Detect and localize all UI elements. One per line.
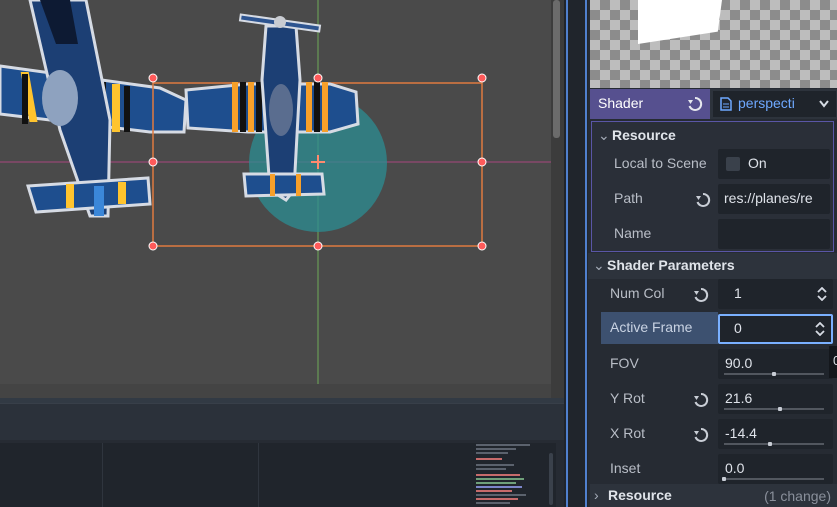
shader-label-text: Shader bbox=[598, 95, 644, 111]
chevron-down-icon: ⌄ bbox=[598, 127, 610, 143]
param-field-active-frame[interactable]: 0 bbox=[718, 314, 833, 344]
column-divider bbox=[258, 443, 259, 507]
param-value-y-rot: 21.6 bbox=[725, 390, 753, 406]
left-plane-sprite bbox=[0, 0, 188, 218]
preview-quad bbox=[638, 0, 722, 44]
viewport-vscroll-thumb[interactable] bbox=[553, 0, 560, 138]
param-value-num-col: 1 bbox=[734, 285, 742, 301]
splitter-highlight bbox=[566, 0, 568, 507]
slider-track bbox=[724, 478, 824, 480]
slider-grabber[interactable] bbox=[768, 442, 772, 446]
shader-label: Shader bbox=[590, 89, 710, 119]
path-label: Path bbox=[614, 190, 643, 206]
resize-handle-left[interactable] bbox=[148, 157, 158, 167]
resize-handle-bottom-left[interactable] bbox=[148, 241, 158, 251]
resize-handle-top[interactable] bbox=[313, 73, 323, 83]
revert-icon[interactable] bbox=[695, 192, 711, 211]
param-label-inset: Inset bbox=[610, 460, 641, 476]
param-label-y-rot: Y Rot bbox=[610, 390, 645, 406]
shader-resource-name: perspecti bbox=[738, 95, 795, 111]
param-slider-x-rot[interactable]: -14.4 bbox=[718, 419, 833, 449]
spinner-arrows-icon[interactable] bbox=[815, 322, 825, 336]
column-divider bbox=[102, 443, 103, 507]
resource-subsection: ⌄ Resource Local to Scene On Path res://p… bbox=[591, 121, 834, 252]
param-value-x-rot: -14.4 bbox=[725, 425, 757, 441]
active-frame-row-highlight: Active Frame bbox=[601, 312, 718, 344]
slider-track bbox=[724, 408, 824, 410]
spinner-arrows-icon[interactable] bbox=[817, 287, 827, 301]
revert-icon[interactable] bbox=[693, 287, 709, 306]
viewport-hscroll[interactable] bbox=[0, 384, 551, 398]
param-slider-inset[interactable]: 0.0 bbox=[718, 454, 833, 484]
slider-grabber[interactable] bbox=[722, 477, 726, 481]
slider-track bbox=[724, 443, 824, 445]
param-label-active-frame: Active Frame bbox=[610, 319, 693, 335]
shader-resource-picker[interactable]: perspecti bbox=[713, 91, 812, 117]
shader-parameters-header[interactable]: ⌄ Shader Parameters bbox=[588, 253, 837, 279]
minimap-scrollbar[interactable] bbox=[549, 453, 553, 505]
document-icon bbox=[720, 97, 732, 114]
chevron-right-icon: › bbox=[594, 487, 599, 503]
param-label-fov: FOV bbox=[610, 355, 639, 371]
shader-parameters-title: Shader Parameters bbox=[607, 257, 735, 273]
name-field[interactable] bbox=[718, 219, 830, 249]
local-to-scene-label: Local to Scene bbox=[614, 155, 707, 171]
resize-handle-bottom[interactable] bbox=[313, 241, 323, 251]
tooltip-partial: 0 bbox=[829, 346, 837, 378]
param-value-active-frame: 0 bbox=[734, 320, 742, 336]
dock-tab-bar bbox=[0, 403, 564, 440]
resize-handle-top-right[interactable] bbox=[477, 73, 487, 83]
bottom-dock bbox=[0, 398, 564, 507]
chevron-down-icon: ⌄ bbox=[593, 257, 605, 273]
param-slider-y-rot[interactable]: 21.6 bbox=[718, 384, 833, 414]
param-slider-fov[interactable]: 90.0 bbox=[718, 349, 833, 379]
path-field[interactable]: res://planes/re bbox=[718, 184, 830, 214]
shader-parameters-header-content: ⌄ Shader Parameters bbox=[593, 257, 735, 283]
param-label-num-col: Num Col bbox=[610, 285, 665, 301]
canvas-viewport[interactable] bbox=[0, 0, 564, 398]
resize-handle-bottom-right[interactable] bbox=[477, 241, 487, 251]
resize-handle-right[interactable] bbox=[477, 157, 487, 167]
local-to-scene-value: On bbox=[748, 155, 767, 171]
checkbox-icon bbox=[726, 157, 740, 171]
param-field-num-col[interactable]: 1 bbox=[718, 279, 833, 309]
resource-footer-content: › Resource bbox=[594, 487, 672, 507]
material-preview bbox=[590, 0, 837, 88]
shader-dropdown-button[interactable] bbox=[812, 91, 836, 117]
revert-icon[interactable] bbox=[687, 96, 703, 115]
slider-grabber[interactable] bbox=[772, 372, 776, 376]
resource-section-header[interactable]: ⌄ Resource bbox=[598, 127, 676, 153]
resize-handle-top-left[interactable] bbox=[148, 73, 158, 83]
viewport-canvas[interactable] bbox=[0, 0, 564, 398]
resource-section-title: Resource bbox=[612, 127, 676, 143]
slider-grabber[interactable] bbox=[778, 407, 782, 411]
shader-property-row: Shader perspecti bbox=[590, 89, 837, 119]
revert-icon[interactable] bbox=[693, 427, 709, 446]
name-label: Name bbox=[614, 225, 652, 241]
editor-window: Shader perspecti ⌄ Resource Local to Scen… bbox=[0, 0, 837, 507]
resource-change-count: (1 change) bbox=[764, 488, 831, 504]
chevron-down-icon bbox=[819, 100, 829, 108]
param-value-inset: 0.0 bbox=[725, 460, 745, 476]
local-to-scene-checkbox[interactable]: On bbox=[718, 149, 830, 179]
resource-footer-header[interactable]: › Resource (1 change) bbox=[590, 484, 837, 507]
resource-footer-title: Resource bbox=[608, 487, 672, 503]
param-value-fov: 90.0 bbox=[725, 355, 753, 371]
splitter-highlight bbox=[585, 0, 587, 507]
param-label-x-rot: X Rot bbox=[610, 425, 646, 441]
inspector-panel: Shader perspecti ⌄ Resource Local to Scen… bbox=[588, 0, 837, 507]
revert-icon[interactable] bbox=[693, 392, 709, 411]
code-minimap[interactable] bbox=[472, 442, 550, 507]
